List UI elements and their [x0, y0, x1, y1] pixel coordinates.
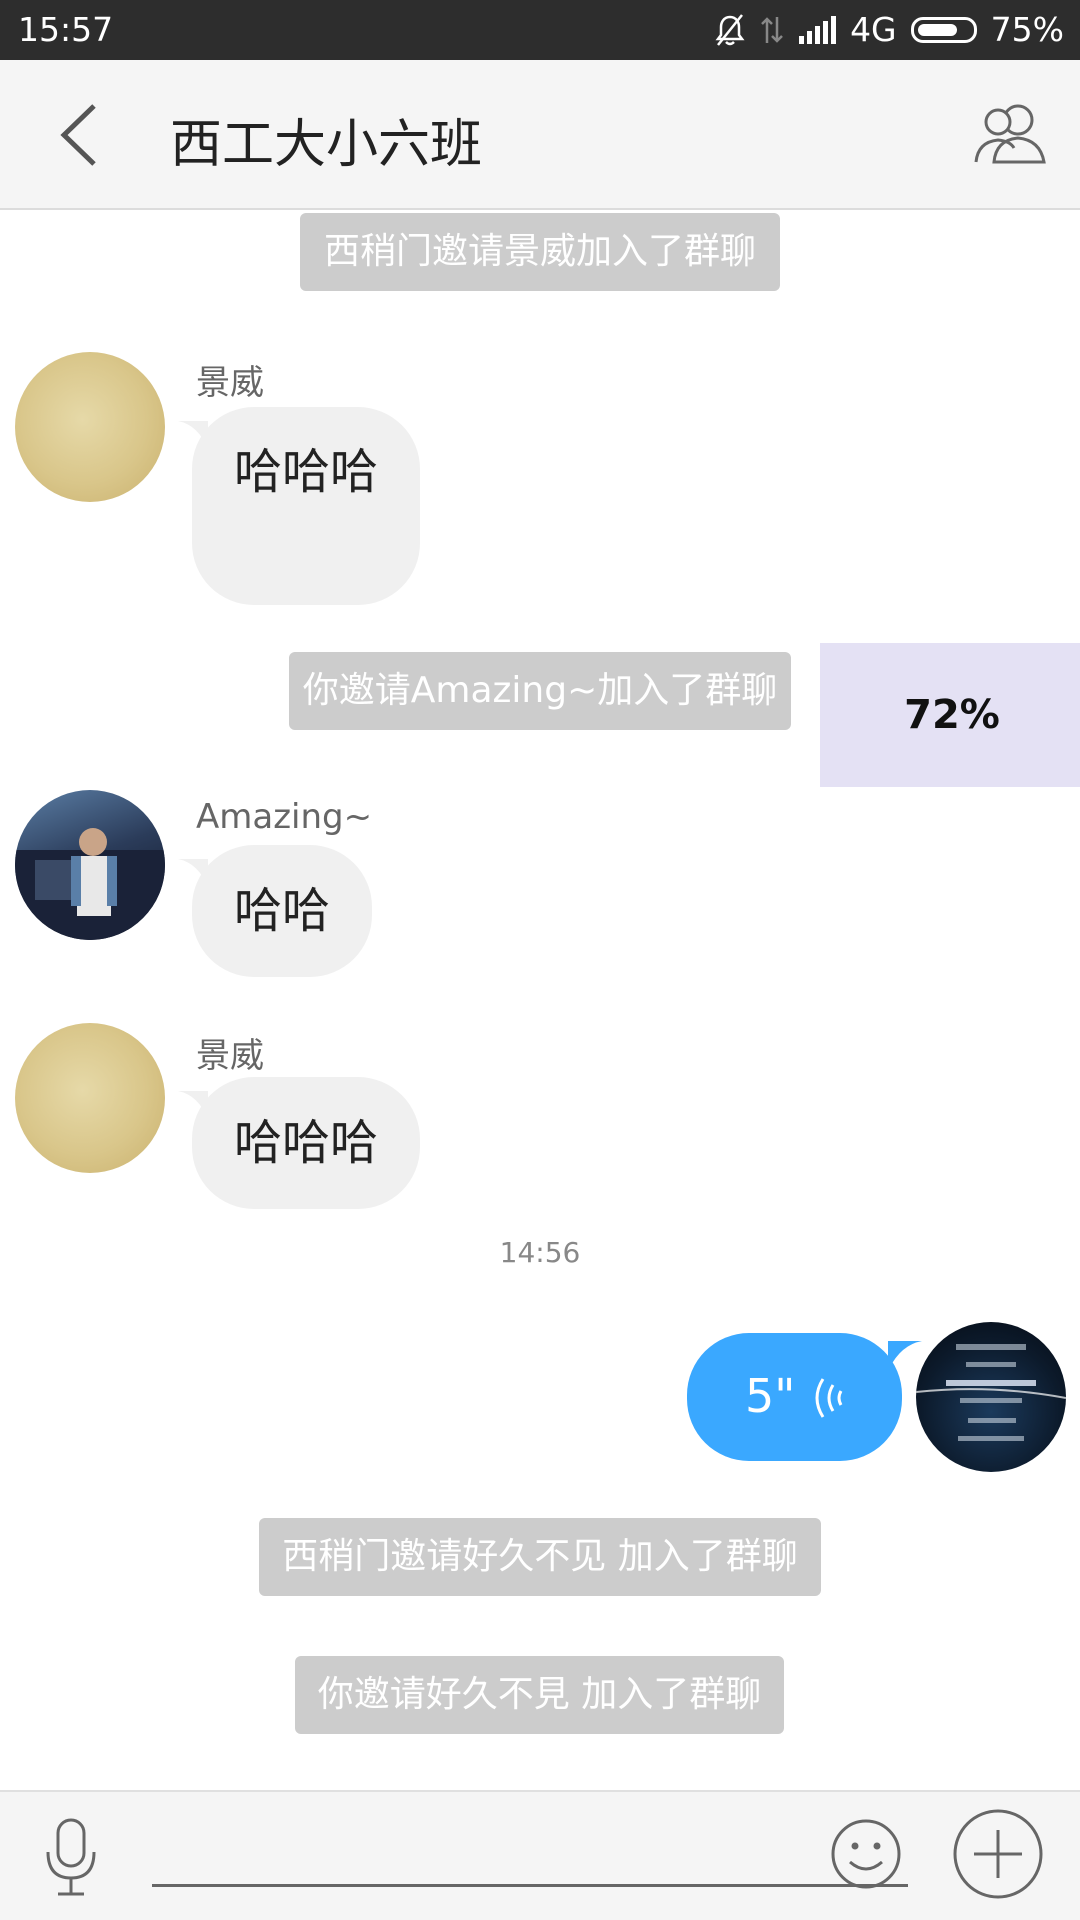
voice-message-bubble[interactable]: 5" [687, 1333, 922, 1461]
voice-wave-icon [815, 1378, 843, 1418]
network-type: 4G [850, 10, 897, 49]
message-bubble[interactable]: 哈哈哈 [178, 1077, 420, 1209]
message-input-bar [0, 1790, 1080, 1920]
avatar[interactable] [15, 1023, 165, 1173]
system-message: 西稍门邀请好久不见 加入了群聊 [259, 1518, 821, 1596]
avatar[interactable] [15, 352, 165, 502]
message-bubble[interactable]: 哈哈哈 [178, 407, 420, 605]
sender-name: 景威 [196, 1036, 264, 1076]
sender-name: 景威 [196, 363, 264, 403]
signal-icon [799, 15, 837, 44]
message-text: 哈哈哈 [233, 444, 378, 500]
system-message: 西稍门邀请景威加入了群聊 [300, 213, 780, 291]
progress-overlay: 72% [820, 643, 1080, 787]
bubble-tail [178, 859, 208, 887]
system-message: 你邀请好久不見 加入了群聊 [295, 1656, 784, 1734]
message-text: 哈哈 [233, 883, 330, 939]
bubble-tail [888, 1341, 922, 1371]
voice-duration: 5" [745, 1369, 796, 1423]
message-bubble[interactable]: 哈哈 [178, 845, 372, 977]
message-text: 哈哈哈 [233, 1115, 378, 1171]
avatar-photo [15, 828, 165, 940]
data-transfer-icon [761, 16, 783, 43]
microphone-icon[interactable] [40, 1816, 102, 1900]
chat-header: 西工大小六班 [0, 60, 1080, 210]
chevron-left-icon[interactable] [50, 100, 110, 170]
battery-icon [910, 16, 977, 43]
my-avatar[interactable] [916, 1322, 1066, 1472]
mute-bell-icon [715, 13, 745, 46]
chat-title: 西工大小六班 [170, 115, 483, 175]
group-members-icon[interactable] [970, 98, 1050, 168]
bubble-tail [178, 421, 208, 449]
status-time: 15:57 [18, 10, 114, 49]
status-bar: 15:57 4G 75% [0, 0, 1080, 60]
avatar[interactable] [15, 790, 165, 940]
battery-percent: 75% [990, 10, 1064, 49]
bubble-tail [178, 1091, 208, 1119]
plus-circle-icon[interactable] [952, 1808, 1044, 1900]
status-icons: 4G 75% [714, 10, 1064, 49]
system-message: 你邀请Amazing~加入了群聊 [289, 652, 791, 730]
message-input[interactable] [152, 1822, 908, 1887]
message-timestamp: 14:56 [499, 1236, 581, 1269]
smiley-icon[interactable] [830, 1818, 902, 1890]
avatar-photo [916, 1344, 1066, 1441]
sender-name: Amazing~ [196, 797, 373, 837]
